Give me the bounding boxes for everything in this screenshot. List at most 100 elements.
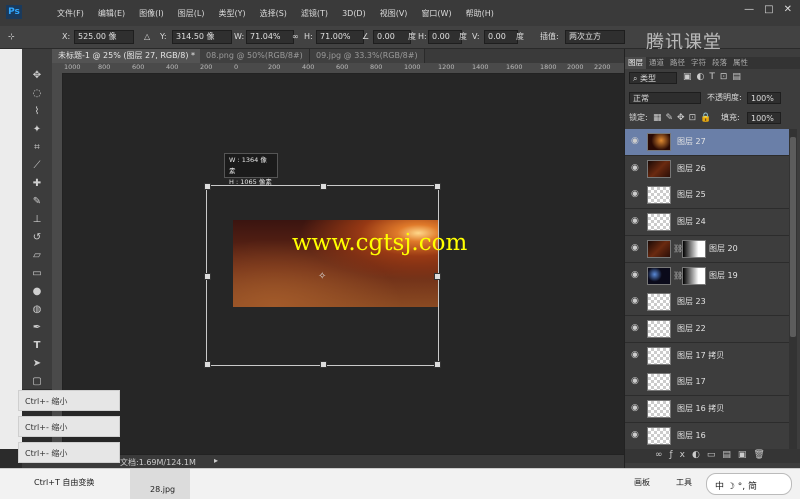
visibility-eye-icon[interactable]: ◉ [631,216,641,226]
layer-thumbnail[interactable] [647,266,671,285]
x-input[interactable]: 525.00 像 [74,30,134,44]
layer-kind-filter[interactable]: ⌕ 类型 [629,72,677,84]
layer-row[interactable]: ◉ ⛓ 图层 20 [625,235,789,263]
menu-select[interactable]: 选择(S) [253,0,294,26]
taskbar-artboard[interactable]: 画板 [634,477,650,488]
visibility-eye-icon[interactable]: ◉ [631,270,641,280]
menu-image[interactable]: 图像(I) [132,0,171,26]
close-button[interactable]: ✕ [784,4,792,15]
layer-thumbnail[interactable] [647,159,671,178]
blur-tool-icon[interactable]: ● [27,285,47,299]
layer-thumbnail[interactable] [647,319,671,338]
layer-name[interactable]: 图层 16 拷贝 [677,396,724,422]
layer-row[interactable]: ◉ 图层 27 [625,129,789,156]
layer-row[interactable]: ◉ ⛓ 图层 19 [625,262,789,290]
magic-wand-tool-icon[interactable]: ✦ [27,123,47,137]
layer-name[interactable]: 图层 24 [677,209,706,235]
w-input[interactable]: 71.04% [246,30,294,44]
move-tool-icon[interactable]: ✥ [27,69,47,83]
transform-handle[interactable] [204,273,211,280]
pivot-point-icon[interactable]: ✧ [318,271,326,282]
menu-view[interactable]: 视图(V) [373,0,415,26]
layer-row[interactable]: ◉ 图层 26 [625,155,789,183]
layer-row[interactable]: ◉ 图层 16 [625,422,789,449]
layer-row[interactable]: ◉ 图层 17 拷贝 [625,342,789,370]
shape-tool-icon[interactable]: ▢ [27,375,47,389]
stamp-tool-icon[interactable]: ⊥ [27,213,47,227]
layer-thumbnail[interactable] [647,239,671,258]
tab-09-jpg[interactable]: 09.jpg @ 33.3%(RGB/8#) [310,49,425,63]
menu-type[interactable]: 类型(Y) [211,0,252,26]
history-brush-tool-icon[interactable]: ↺ [27,231,47,245]
fill-input[interactable]: 100% [747,112,781,124]
layer-name[interactable]: 图层 16 [677,423,706,449]
layer-row[interactable]: ◉ 图层 23 [625,289,789,317]
layer-thumbnail[interactable] [647,133,671,151]
menu-file[interactable]: 文件(F) [50,0,91,26]
type-tool-icon[interactable]: T [27,339,47,353]
angle-input[interactable]: 0.00 [373,30,411,44]
crop-tool-icon[interactable]: ⌗ [27,141,47,155]
layer-name[interactable]: 图层 19 [709,263,738,289]
eyedropper-tool-icon[interactable]: ⟋ [27,159,47,173]
layer-thumbnail[interactable] [647,293,671,312]
layer-name[interactable]: 图层 17 拷贝 [677,343,724,369]
delta-icon[interactable]: △ [144,30,150,44]
opacity-input[interactable]: 100% [747,92,781,104]
layer-row[interactable]: ◉ 图层 16 拷贝 [625,396,789,423]
transform-tool-icon[interactable]: ⊹ [8,30,15,44]
layer-thumbnail[interactable] [647,186,671,205]
layer-mask-thumbnail[interactable] [682,266,706,285]
layer-row[interactable]: ◉ 图层 24 [625,209,789,237]
visibility-eye-icon[interactable]: ◉ [631,350,641,360]
visibility-eye-icon[interactable]: ◉ [631,296,641,306]
h-input[interactable]: 71.00% [316,30,364,44]
brush-tool-icon[interactable]: ✎ [27,195,47,209]
transform-handle[interactable] [204,183,211,190]
lock-icons[interactable]: ▦✎✥⊡🔒 [653,113,715,123]
tab-paragraph[interactable]: 段落 [709,57,730,69]
menu-filter[interactable]: 滤镜(T) [294,0,335,26]
visibility-eye-icon[interactable]: ◉ [631,376,641,386]
layer-row[interactable]: ◉ 图层 17 [625,369,789,397]
hskew-input[interactable]: 0.00 [428,30,462,44]
taskbar-file-item[interactable]: 28.jpg [130,469,190,499]
layer-name[interactable]: 图层 22 [677,316,706,342]
layer-name[interactable]: 图层 20 [709,236,738,262]
layers-scrollbar[interactable] [789,129,797,449]
dodge-tool-icon[interactable]: ◍ [27,303,47,317]
menu-help[interactable]: 帮助(H) [459,0,501,26]
minimize-button[interactable]: — [744,4,754,15]
tab-character[interactable]: 字符 [688,57,709,69]
blend-mode-select[interactable]: 正常 [629,92,701,104]
marquee-tool-icon[interactable]: ◌ [27,87,47,101]
layer-name[interactable]: 图层 25 [677,182,706,208]
visibility-eye-icon[interactable]: ◉ [631,163,641,173]
visibility-eye-icon[interactable]: ◉ [631,136,641,146]
ime-indicator[interactable]: 中 ☽ °, 简 [706,473,792,495]
layer-row[interactable]: ◉ 图层 22 [625,315,789,343]
healing-brush-tool-icon[interactable]: ✚ [27,177,47,191]
transform-handle[interactable] [434,183,441,190]
layer-thumbnail[interactable] [647,346,671,365]
layer-thumbnail[interactable] [647,213,671,232]
lasso-tool-icon[interactable]: ⌇ [27,105,47,119]
transform-bounding-box[interactable]: ✧ [204,183,441,368]
taskbar-tools[interactable]: 工具 [676,477,692,488]
scrollbar-thumb[interactable] [790,137,796,337]
layer-thumbnail[interactable] [647,426,671,445]
visibility-eye-icon[interactable]: ◉ [631,243,641,253]
path-selection-tool-icon[interactable]: ➤ [27,357,47,371]
menu-window[interactable]: 窗口(W) [414,0,458,26]
transform-handle[interactable] [320,183,327,190]
status-arrow-icon[interactable]: ▸ [214,456,218,465]
gradient-tool-icon[interactable]: ▭ [27,267,47,281]
layer-thumbnail[interactable] [647,373,671,392]
panel-action-icons[interactable]: ∞ƒx◐▭▤▣🗑 [655,450,772,460]
transform-handle[interactable] [204,361,211,368]
layer-name[interactable]: 图层 27 [677,129,706,155]
layer-mask-thumbnail[interactable] [682,239,706,258]
filter-icons[interactable]: ▣◐T⊡▤ [683,72,746,82]
visibility-eye-icon[interactable]: ◉ [631,189,641,199]
tab-channels[interactable]: 通道 [646,57,667,69]
